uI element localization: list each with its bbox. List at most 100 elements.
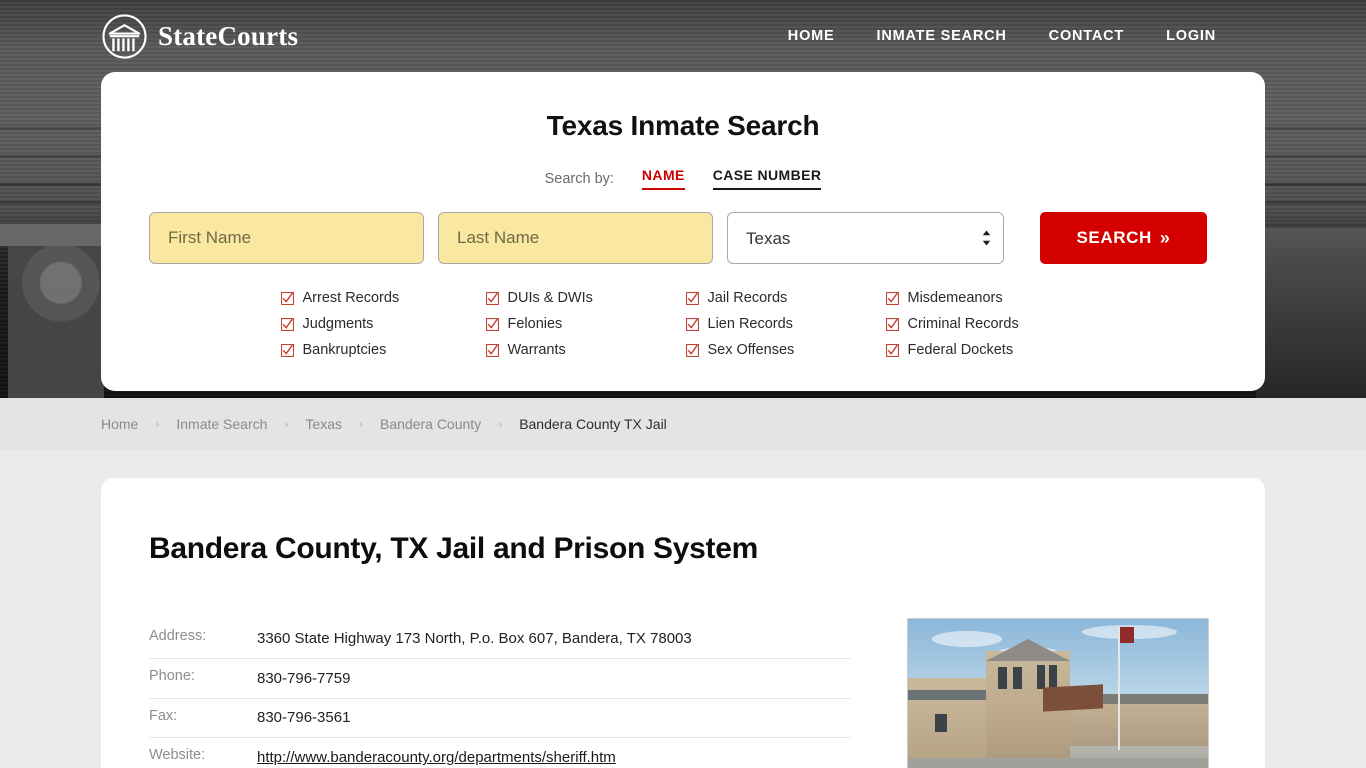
table-row: Fax: 830-796-3561 <box>149 698 851 738</box>
checkbox-federal-dockets[interactable]: Federal Dockets <box>885 342 1086 358</box>
checked-box-icon <box>485 317 499 331</box>
photo-flag <box>1119 626 1134 643</box>
nav-item-contact[interactable]: CONTACT <box>1049 28 1124 44</box>
search-card-title: Texas Inmate Search <box>546 110 820 141</box>
checkbox-label: Sex Offenses <box>707 342 795 358</box>
photo-gable <box>986 638 1070 661</box>
checkbox-sex-offenses[interactable]: Sex Offenses <box>685 342 886 358</box>
breadcrumb-separator-icon: › <box>359 417 363 431</box>
checkbox-felonies[interactable]: Felonies <box>485 316 686 332</box>
checked-box-icon <box>885 317 899 331</box>
hero-column-right <box>1256 228 1366 398</box>
detail-label-phone: Phone: <box>149 667 195 684</box>
state-select[interactable]: Texas <box>727 212 1004 264</box>
checkbox-warrants[interactable]: Warrants <box>485 342 686 358</box>
photo-window <box>998 666 1007 689</box>
checked-box-icon <box>685 291 699 305</box>
search-form: Texas SEARCH » <box>149 212 1217 264</box>
breadcrumb-item-bandera-county[interactable]: Bandera County <box>380 416 481 432</box>
breadcrumb-separator-icon: › <box>155 417 160 431</box>
checkbox-label: DUIs & DWIs <box>507 290 593 306</box>
table-row: Website: http://www.banderacounty.org/de… <box>149 738 851 768</box>
photo-entry-porch <box>1043 684 1103 712</box>
detail-label-address: Address: <box>149 628 207 644</box>
search-button[interactable]: SEARCH » <box>1040 212 1207 264</box>
nav-item-inmate-search[interactable]: INMATE SEARCH <box>877 28 1007 44</box>
breadcrumb-item-home[interactable]: Home <box>101 416 138 432</box>
checked-box-icon <box>885 343 899 357</box>
checked-box-icon <box>485 343 499 357</box>
checkbox-jail-records[interactable]: Jail Records <box>685 290 886 306</box>
first-name-input[interactable] <box>149 212 424 264</box>
nav-item-home[interactable]: HOME <box>788 28 835 44</box>
hero-column-capital-left <box>0 224 116 398</box>
breadcrumb-item-current: Bandera County TX Jail <box>519 416 667 432</box>
photo-window <box>935 714 947 733</box>
content-card: Bandera County, TX Jail and Prison Syste… <box>101 478 1265 768</box>
facility-info-section: Address: 3360 State Highway 173 North, P… <box>149 618 1217 768</box>
checkbox-arrest-records[interactable]: Arrest Records <box>280 290 486 306</box>
photo-flagpole <box>1118 626 1120 750</box>
search-by-row: Search by: NAME CASE NUMBER <box>149 167 1217 190</box>
courthouse-circle-logo-icon <box>101 13 148 60</box>
photo-window <box>1049 664 1057 689</box>
top-bar: StateCourts HOME INMATE SEARCH CONTACT L… <box>0 0 1366 72</box>
photo-window <box>1013 666 1022 689</box>
checkbox-label: Misdemeanors <box>907 290 1003 306</box>
brand-logo-link[interactable]: StateCourts <box>101 13 298 60</box>
checked-box-icon <box>280 317 294 331</box>
hero-section: COURTHOUSE StateCourts HOME INMATE S <box>0 0 1366 398</box>
photo-parking-lot <box>908 757 1208 768</box>
checkbox-criminal-records[interactable]: Criminal Records <box>885 316 1086 332</box>
checkbox-label: Jail Records <box>707 290 788 306</box>
checkbox-misdemeanors[interactable]: Misdemeanors <box>885 290 1086 306</box>
detail-value-fax: 830-796-3561 <box>257 709 351 727</box>
checkbox-judgments[interactable]: Judgments <box>280 316 486 332</box>
search-by-label: Search by: <box>544 170 614 187</box>
brand-name: StateCourts <box>158 20 299 51</box>
breadcrumb: Home › Inmate Search › Texas › Bandera C… <box>0 398 1366 450</box>
checked-box-icon <box>885 291 899 305</box>
checkbox-bankruptcies[interactable]: Bankruptcies <box>280 342 486 358</box>
tab-case-number[interactable]: CASE NUMBER <box>712 167 822 190</box>
detail-label-fax: Fax: <box>149 707 178 724</box>
breadcrumb-item-texas[interactable]: Texas <box>305 416 342 432</box>
record-type-checkbox-grid: Arrest Records DUIs & DWIs Jail Records … <box>149 290 1217 358</box>
table-row: Address: 3360 State Highway 173 North, P… <box>149 619 851 659</box>
checked-box-icon <box>685 317 699 331</box>
search-button-label: SEARCH <box>1076 228 1152 247</box>
checkbox-label: Criminal Records <box>907 316 1019 332</box>
nav-item-login[interactable]: LOGIN <box>1166 28 1216 44</box>
page-title: Bandera County, TX Jail and Prison Syste… <box>149 532 758 565</box>
main-nav: HOME INMATE SEARCH CONTACT LOGIN <box>788 28 1216 44</box>
inmate-search-card: Texas Inmate Search Search by: NAME CASE… <box>101 72 1265 391</box>
checkbox-label: Arrest Records <box>302 290 400 306</box>
breadcrumb-item-inmate-search[interactable]: Inmate Search <box>176 416 267 432</box>
checkbox-label: Federal Dockets <box>907 342 1014 358</box>
detail-value-website-link[interactable]: http://www.banderacounty.org/departments… <box>257 749 616 766</box>
last-name-input[interactable] <box>438 212 713 264</box>
detail-value-phone: 830-796-7759 <box>257 669 351 687</box>
checkbox-lien-records[interactable]: Lien Records <box>685 316 886 332</box>
checkbox-label: Judgments <box>302 316 374 332</box>
checkbox-label: Lien Records <box>707 316 793 332</box>
detail-label-website: Website: <box>149 747 206 764</box>
state-select-wrapper: Texas <box>727 212 1004 264</box>
jail-building-photo <box>907 618 1209 768</box>
checked-box-icon <box>280 291 294 305</box>
photo-window <box>1037 664 1045 689</box>
tab-name[interactable]: NAME <box>641 167 685 190</box>
checked-box-icon <box>485 291 499 305</box>
detail-value-address: 3360 State Highway 173 North, P.o. Box 6… <box>257 629 692 647</box>
breadcrumb-separator-icon: › <box>284 417 289 431</box>
checked-box-icon <box>280 343 294 357</box>
checkbox-label: Warrants <box>507 342 566 358</box>
checkbox-label: Bankruptcies <box>302 342 387 358</box>
double-chevron-right-icon: » <box>1159 227 1171 248</box>
facility-detail-table: Address: 3360 State Highway 173 North, P… <box>149 618 851 768</box>
checkbox-label: Felonies <box>507 316 563 332</box>
table-row: Phone: 830-796-7759 <box>149 658 851 699</box>
checkbox-duis-dwis[interactable]: DUIs & DWIs <box>485 290 686 306</box>
checked-box-icon <box>685 343 699 357</box>
breadcrumb-separator-icon: › <box>498 417 503 431</box>
